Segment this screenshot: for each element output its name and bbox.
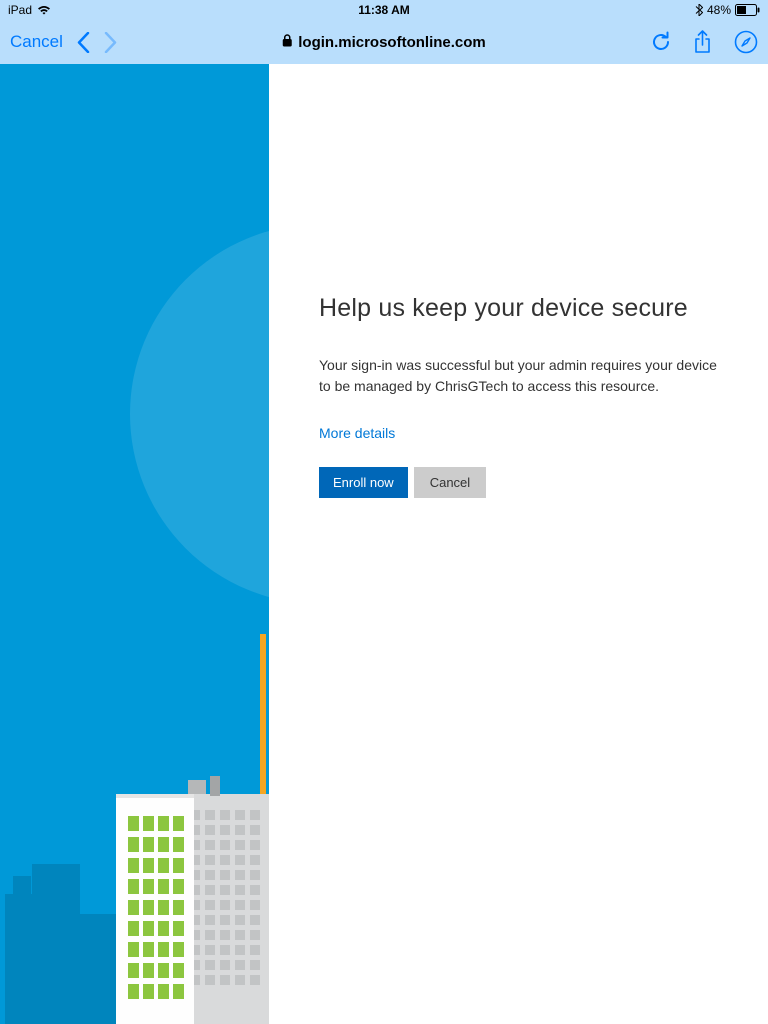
back-button[interactable]: [77, 32, 90, 53]
illustration-sidebar: [0, 64, 269, 1024]
description-text: Your sign-in was successful but your adm…: [319, 355, 718, 397]
ios-status-bar: iPad 11:38 AM 48%: [0, 0, 768, 20]
safari-toolbar: Cancel login.microsoftonline.com: [0, 20, 768, 64]
wifi-icon: [37, 5, 51, 15]
cancel-button[interactable]: Cancel: [10, 32, 63, 52]
reload-button[interactable]: [651, 31, 671, 53]
clock: 11:38 AM: [358, 3, 410, 17]
page-title: Help us keep your device secure: [319, 294, 718, 323]
battery-icon: [735, 4, 760, 16]
device-name: iPad: [8, 3, 32, 17]
bluetooth-icon: [695, 4, 703, 16]
main-panel: Help us keep your device secure Your sig…: [269, 64, 768, 1024]
url-text: login.microsoftonline.com: [298, 34, 486, 51]
lock-icon: [282, 34, 292, 51]
enroll-now-button[interactable]: Enroll now: [319, 467, 408, 498]
forward-button[interactable]: [104, 32, 117, 53]
more-details-link[interactable]: More details: [319, 425, 395, 441]
cancel-enroll-button[interactable]: Cancel: [414, 467, 486, 498]
url-bar[interactable]: login.microsoftonline.com: [282, 34, 486, 51]
battery-percentage: 48%: [707, 3, 731, 17]
share-button[interactable]: [693, 30, 712, 55]
safari-compass-icon[interactable]: [734, 30, 758, 54]
